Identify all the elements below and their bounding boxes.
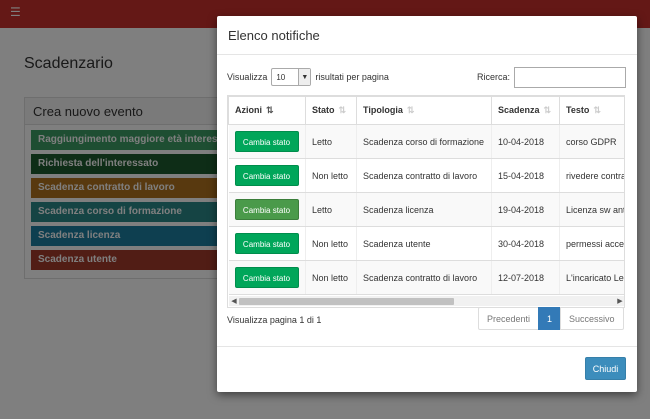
cell-testo: corso GDPR bbox=[559, 124, 624, 159]
cell-scadenza: 30-04-2018 bbox=[491, 226, 560, 261]
change-state-button[interactable]: Cambia stato bbox=[234, 267, 299, 288]
table-row: Cambia stato Non letto Scadenza contratt… bbox=[228, 158, 624, 193]
column-header-stato[interactable]: Stato ⇅ bbox=[305, 96, 357, 125]
change-state-button[interactable]: Cambia stato bbox=[234, 165, 299, 186]
column-header-tipologia[interactable]: Tipologia ⇅ bbox=[356, 96, 492, 125]
sort-icon: ⇅ bbox=[593, 105, 601, 115]
cell-tipologia: Scadenza corso di formazione bbox=[356, 124, 492, 159]
sort-asc-icon: ⇅ bbox=[266, 105, 274, 115]
search-label: Ricerca: bbox=[477, 72, 511, 82]
table-row: Cambia stato Letto Scadenza corso di for… bbox=[228, 124, 624, 159]
column-header-testo[interactable]: Testo ⇅ bbox=[559, 96, 624, 125]
column-header-scadenza[interactable]: Scadenza ⇅ bbox=[491, 96, 560, 125]
page-length-select[interactable]: 10 ▼ bbox=[271, 68, 312, 86]
cell-testo: rivedere contratto bbox=[559, 158, 624, 193]
next-page-button[interactable]: Successivo bbox=[560, 307, 624, 330]
cell-scadenza: 19-04-2018 bbox=[491, 192, 560, 227]
table-row: Cambia stato Non letto Scadenza contratt… bbox=[228, 260, 624, 295]
page-info: Visualizza pagina 1 di 1 bbox=[227, 315, 322, 325]
cell-stato: Non letto bbox=[305, 260, 357, 295]
cell-tipologia: Scadenza utente bbox=[356, 226, 492, 261]
notifications-table: Azioni ⇅ Stato ⇅ Tipologia ⇅ Scadenza ⇅ Test… bbox=[228, 96, 624, 295]
modal-body: Visualizza 10 ▼ risultati per pagina Ric… bbox=[227, 64, 627, 349]
modal-title: Elenco notifiche bbox=[228, 28, 320, 43]
scroll-right-icon[interactable]: ▶ bbox=[615, 296, 624, 306]
sort-icon: ⇅ bbox=[543, 105, 552, 115]
column-header-azioni[interactable]: Azioni ⇅ bbox=[228, 96, 306, 125]
page-1-button[interactable]: 1 bbox=[538, 307, 562, 330]
cell-tipologia: Scadenza licenza bbox=[356, 192, 492, 227]
table-header-row: Azioni ⇅ Stato ⇅ Tipologia ⇅ Scadenza ⇅ Test… bbox=[228, 96, 624, 125]
sort-icon: ⇅ bbox=[338, 105, 347, 115]
cell-scadenza: 15-04-2018 bbox=[491, 158, 560, 193]
notifications-modal: Elenco notifiche Visualizza 10 ▼ risulta… bbox=[217, 16, 637, 392]
prev-page-button[interactable]: Precedenti bbox=[478, 307, 540, 330]
sort-icon: ⇅ bbox=[406, 105, 415, 115]
pagination: Precedenti 1 Successivo bbox=[478, 307, 624, 330]
scroll-thumb[interactable] bbox=[239, 298, 454, 305]
modal-footer: Chiudi bbox=[217, 346, 637, 392]
page-length-control: Visualizza 10 ▼ risultati per pagina bbox=[227, 67, 389, 87]
scroll-left-icon[interactable]: ◀ bbox=[229, 296, 239, 306]
scroll-track[interactable] bbox=[239, 297, 615, 305]
cell-scadenza: 10-04-2018 bbox=[491, 124, 560, 159]
table-row: Cambia stato Non letto Scadenza utente 3… bbox=[228, 226, 624, 261]
horizontal-scrollbar[interactable]: ◀ ▶ bbox=[229, 296, 624, 306]
change-state-button[interactable]: Cambia stato bbox=[234, 199, 299, 220]
notifications-table-wrapper: Azioni ⇅ Stato ⇅ Tipologia ⇅ Scadenza ⇅ Test… bbox=[227, 95, 625, 308]
search-control: Ricerca: bbox=[477, 66, 627, 88]
cell-scadenza: 12-07-2018 bbox=[491, 260, 560, 295]
cell-testo: Licenza sw antivirus bbox=[559, 192, 624, 227]
page-length-value: 10 bbox=[276, 72, 286, 82]
search-input[interactable] bbox=[514, 66, 627, 88]
modal-header: Elenco notifiche bbox=[217, 16, 637, 55]
cell-stato: Non letto bbox=[305, 158, 357, 193]
close-button[interactable]: Chiudi bbox=[585, 357, 626, 380]
change-state-button[interactable]: Cambia stato bbox=[234, 233, 299, 254]
cell-testo: L'incaricato Leo bbox=[559, 260, 624, 295]
chevron-down-icon: ▼ bbox=[298, 69, 311, 85]
cell-stato: Letto bbox=[305, 192, 357, 227]
cell-stato: Non letto bbox=[305, 226, 357, 261]
cell-tipologia: Scadenza contratto di lavoro bbox=[356, 158, 492, 193]
length-suffix: risultati per pagina bbox=[315, 72, 389, 82]
length-prefix: Visualizza bbox=[227, 72, 268, 82]
table-row: Cambia stato Letto Scadenza licenza 19-0… bbox=[228, 192, 624, 227]
cell-tipologia: Scadenza contratto di lavoro bbox=[356, 260, 492, 295]
cell-stato: Letto bbox=[305, 124, 357, 159]
change-state-button[interactable]: Cambia stato bbox=[234, 131, 299, 152]
cell-testo: permessi accesso bbox=[559, 226, 624, 261]
